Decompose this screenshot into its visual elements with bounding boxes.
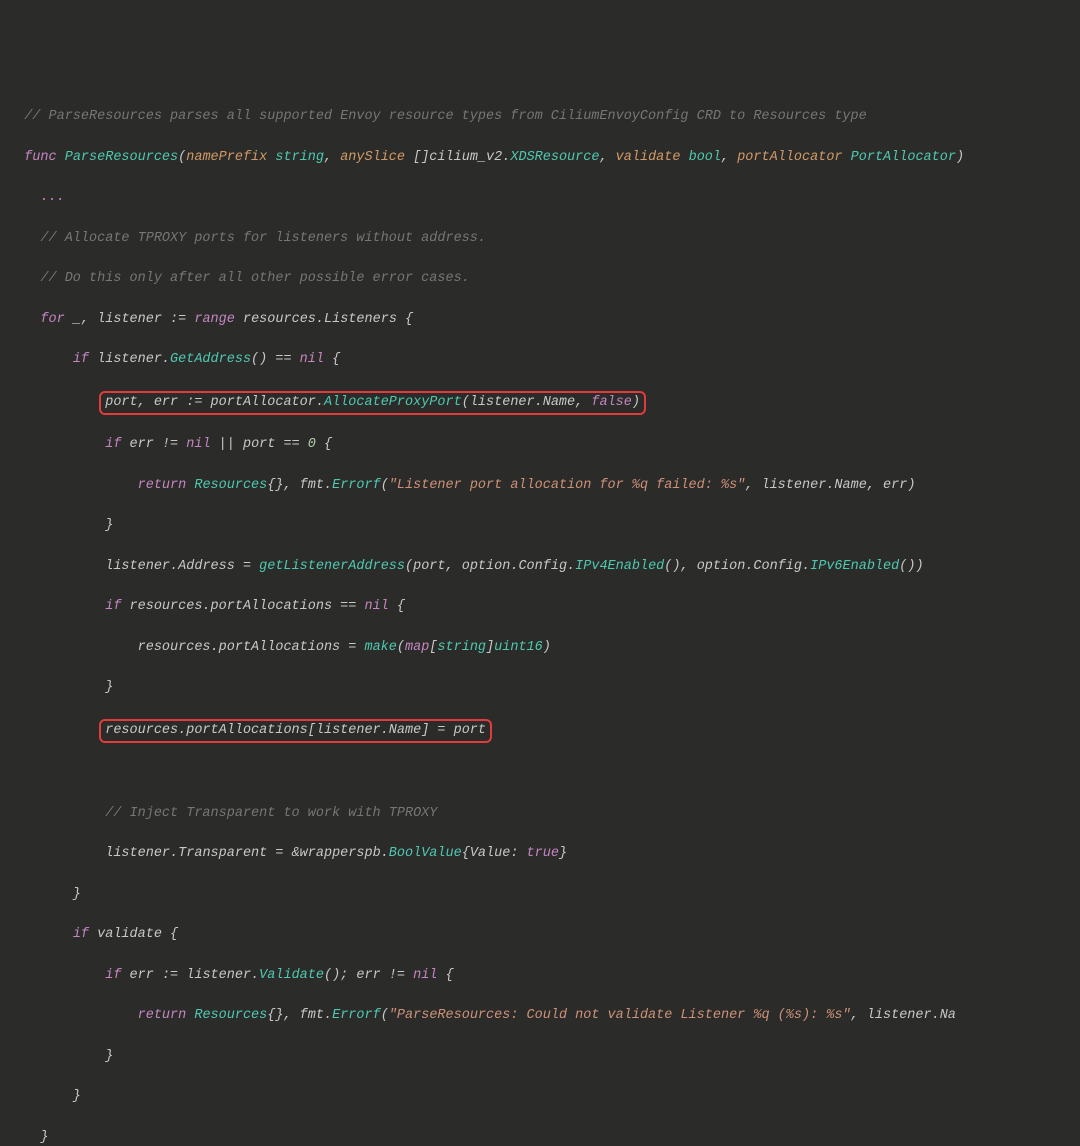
code-line: ... bbox=[8, 188, 1080, 208]
code-line: // Do this only after all other possible… bbox=[8, 269, 1080, 289]
code-line: if listener.GetAddress() == nil { bbox=[8, 350, 1080, 370]
code-line: // ParseResources parses all supported E… bbox=[8, 107, 1080, 127]
comment: // ParseResources parses all supported E… bbox=[24, 109, 867, 124]
code-line: return Resources{}, fmt.Errorf("ParseRes… bbox=[8, 1006, 1080, 1026]
func-name: ParseResources bbox=[65, 150, 178, 165]
highlight-box: port, err := portAllocator.AllocateProxy… bbox=[99, 391, 646, 415]
code-line: } bbox=[8, 1128, 1080, 1146]
code-line: } bbox=[8, 516, 1080, 536]
code-line: if err := listener.Validate(); err != ni… bbox=[8, 966, 1080, 986]
highlight-box: resources.portAllocations[listener.Name]… bbox=[99, 719, 492, 743]
code-line: if err != nil || port == 0 { bbox=[8, 435, 1080, 455]
code-line: } bbox=[8, 678, 1080, 698]
code-line: // Allocate TPROXY ports for listeners w… bbox=[8, 229, 1080, 249]
code-line: listener.Transparent = &wrapperspb.BoolV… bbox=[8, 844, 1080, 864]
comment: // Do this only after all other possible… bbox=[40, 271, 469, 286]
code-line: } bbox=[8, 1087, 1080, 1107]
code-line bbox=[8, 763, 1080, 783]
code-line: return Resources{}, fmt.Errorf("Listener… bbox=[8, 476, 1080, 496]
comment: // Allocate TPROXY ports for listeners w… bbox=[40, 231, 486, 246]
code-line: resources.portAllocations = make(map[str… bbox=[8, 638, 1080, 658]
code-line: for _, listener := range resources.Liste… bbox=[8, 310, 1080, 330]
code-line: } bbox=[8, 885, 1080, 905]
code-line: listener.Address = getListenerAddress(po… bbox=[8, 557, 1080, 577]
code-line: if resources.portAllocations == nil { bbox=[8, 597, 1080, 617]
comment: // Inject Transparent to work with TPROX… bbox=[105, 806, 437, 821]
code-line: func ParseResources(namePrefix string, a… bbox=[8, 148, 1080, 168]
code-line: resources.portAllocations[listener.Name]… bbox=[8, 719, 1080, 743]
code-line: port, err := portAllocator.AllocateProxy… bbox=[8, 391, 1080, 415]
code-line: // Inject Transparent to work with TPROX… bbox=[8, 804, 1080, 824]
code-line: } bbox=[8, 1047, 1080, 1067]
code-editor: // ParseResources parses all supported E… bbox=[8, 87, 1080, 1146]
code-line: if validate { bbox=[8, 925, 1080, 945]
